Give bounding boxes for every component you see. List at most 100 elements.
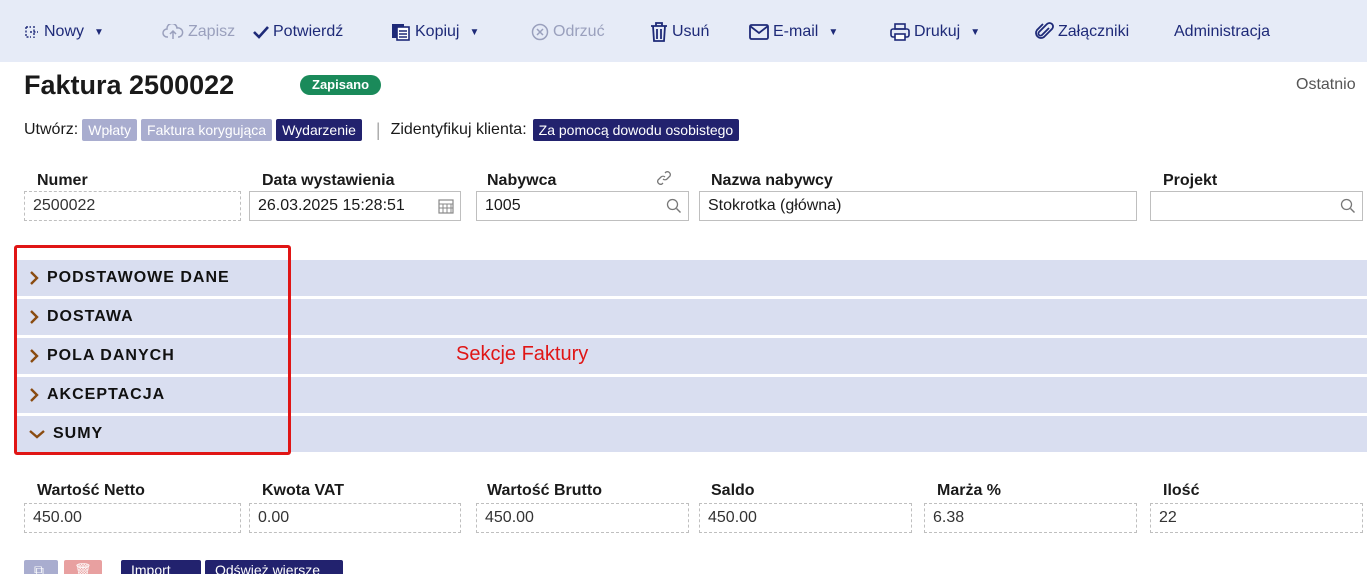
check-icon bbox=[253, 25, 269, 39]
chevron-right-icon bbox=[29, 388, 39, 402]
refresh-rows-button[interactable]: Odśwież wiersze bbox=[205, 560, 343, 574]
number-value: 2500022 bbox=[33, 197, 96, 214]
link-icon[interactable] bbox=[655, 169, 673, 192]
date-label: Data wystawienia bbox=[262, 172, 395, 189]
quantity-field: 22 bbox=[1150, 503, 1363, 533]
net-value-field: 450.00 bbox=[24, 503, 241, 533]
copy-button-label: Kopiuj bbox=[415, 23, 460, 40]
new-button[interactable]: Nowy ▼ bbox=[24, 20, 104, 44]
delete-button-label: Usuń bbox=[672, 23, 710, 40]
attachments-button-label: Załączniki bbox=[1058, 23, 1130, 40]
date-value: 26.03.2025 15:28:51 bbox=[258, 197, 405, 214]
print-button[interactable]: Drukuj ▼ bbox=[890, 20, 980, 44]
admin-button[interactable]: Administracja bbox=[1174, 20, 1270, 44]
search-icon[interactable] bbox=[666, 192, 682, 220]
section-data-fields[interactable]: POLA DANYCH bbox=[15, 338, 1367, 374]
balance-field: 450.00 bbox=[699, 503, 912, 533]
discard-button[interactable]: Odrzuć bbox=[531, 20, 605, 44]
vat-value: 0.00 bbox=[258, 509, 290, 526]
chevron-down-icon[interactable]: ▼ bbox=[828, 27, 838, 38]
trash-icon: 🗑 bbox=[74, 562, 92, 574]
print-button-label: Drukuj bbox=[914, 23, 961, 40]
trash-icon bbox=[650, 22, 668, 42]
new-button-label: Nowy bbox=[44, 23, 85, 40]
event-button[interactable]: Wydarzenie bbox=[276, 119, 362, 141]
chevron-right-icon bbox=[29, 310, 39, 324]
sections-annotation: Sekcje Faktury bbox=[456, 343, 589, 365]
printer-icon bbox=[890, 23, 910, 41]
payments-button[interactable]: Wpłaty bbox=[82, 119, 138, 141]
copy-row-button[interactable]: ⧉ bbox=[24, 560, 58, 574]
search-icon[interactable] bbox=[1340, 192, 1356, 220]
chevron-down-icon bbox=[29, 429, 45, 439]
delete-button[interactable]: Usuń bbox=[650, 20, 709, 44]
confirm-button[interactable]: Potwierdź bbox=[253, 20, 343, 44]
vat-field: 0.00 bbox=[249, 503, 461, 533]
quantity-label: Ilość bbox=[1163, 482, 1200, 499]
identify-client-label: Zidentyfikuj klienta: bbox=[390, 121, 527, 138]
vat-label: Kwota VAT bbox=[262, 482, 345, 499]
create-label: Utwórz: bbox=[24, 121, 79, 138]
save-button[interactable]: Zapisz bbox=[162, 20, 235, 44]
buyer-value: 1005 bbox=[485, 197, 521, 214]
date-input[interactable]: 26.03.2025 15:28:51 bbox=[249, 191, 461, 221]
copy-icon: ⧉ bbox=[34, 562, 44, 574]
email-button[interactable]: E-mail ▼ bbox=[749, 20, 838, 44]
copy-button[interactable]: Kopiuj ▼ bbox=[391, 20, 479, 44]
quantity-value: 22 bbox=[1159, 509, 1177, 526]
last-modified-label: Ostatnio bbox=[1296, 76, 1356, 93]
number-field: 2500022 bbox=[24, 191, 241, 221]
identify-id-button[interactable]: Za pomocą dowodu osobistego bbox=[532, 119, 740, 141]
circle-x-icon bbox=[531, 23, 549, 41]
margin-value: 6.38 bbox=[933, 509, 965, 526]
balance-label: Saldo bbox=[711, 482, 755, 499]
paperclip-icon bbox=[1034, 22, 1054, 42]
confirm-button-label: Potwierdź bbox=[273, 23, 344, 40]
buyer-name-value: Stokrotka (główna) bbox=[708, 197, 842, 214]
gross-value: 450.00 bbox=[485, 509, 534, 526]
status-badge: Zapisano bbox=[300, 75, 382, 95]
project-label: Projekt bbox=[1163, 172, 1218, 189]
balance-value: 450.00 bbox=[708, 509, 757, 526]
save-button-label: Zapisz bbox=[188, 23, 236, 40]
gross-value-field: 450.00 bbox=[476, 503, 689, 533]
discard-button-label: Odrzuć bbox=[553, 23, 605, 40]
section-label: AKCEPTACJA bbox=[47, 386, 166, 403]
envelope-icon bbox=[749, 24, 769, 40]
buyer-label: Nabywca bbox=[487, 172, 557, 189]
calendar-icon[interactable] bbox=[438, 192, 454, 220]
buyer-name-input[interactable]: Stokrotka (główna) bbox=[699, 191, 1137, 221]
delete-row-button[interactable]: 🗑 bbox=[64, 560, 102, 574]
attachments-button[interactable]: Załączniki bbox=[1034, 20, 1129, 44]
toolbar: Nowy ▼ Zapisz Potwierdź Kopiuj ▼ Odrzuć … bbox=[0, 0, 1367, 62]
section-totals[interactable]: SUMY bbox=[15, 416, 1367, 452]
new-doc-icon bbox=[24, 24, 40, 40]
margin-field: 6.38 bbox=[924, 503, 1137, 533]
gross-value-label: Wartość Brutto bbox=[487, 482, 602, 499]
section-label: POLA DANYCH bbox=[47, 347, 175, 364]
number-label: Numer bbox=[37, 172, 88, 189]
email-button-label: E-mail bbox=[773, 23, 819, 40]
section-delivery[interactable]: DOSTAWA bbox=[15, 299, 1367, 335]
net-value-label: Wartość Netto bbox=[37, 482, 145, 499]
buyer-input[interactable]: 1005 bbox=[476, 191, 689, 221]
buyer-name-label: Nazwa nabywcy bbox=[711, 172, 833, 189]
chevron-down-icon[interactable]: ▼ bbox=[469, 27, 479, 38]
section-acceptance[interactable]: AKCEPTACJA bbox=[15, 377, 1367, 413]
section-label: DOSTAWA bbox=[47, 308, 134, 325]
chevron-right-icon bbox=[29, 349, 39, 363]
project-input[interactable] bbox=[1150, 191, 1363, 221]
chevron-down-icon[interactable]: ▼ bbox=[970, 27, 980, 38]
divider: | bbox=[375, 119, 381, 140]
margin-label: Marża % bbox=[937, 482, 1002, 499]
net-value: 450.00 bbox=[33, 509, 82, 526]
section-label: SUMY bbox=[53, 425, 104, 442]
cloud-upload-icon bbox=[162, 24, 184, 40]
chevron-down-icon[interactable]: ▼ bbox=[94, 27, 104, 38]
page-title: Faktura 2500022 bbox=[24, 70, 235, 100]
correction-invoice-button[interactable]: Faktura korygująca bbox=[141, 119, 273, 141]
section-basic-data[interactable]: PODSTAWOWE DANE bbox=[15, 260, 1367, 296]
create-row: Utwórz: Wpłaty Faktura korygująca Wydarz… bbox=[24, 118, 740, 142]
import-button[interactable]: Import bbox=[121, 560, 201, 574]
section-label: PODSTAWOWE DANE bbox=[47, 269, 230, 286]
